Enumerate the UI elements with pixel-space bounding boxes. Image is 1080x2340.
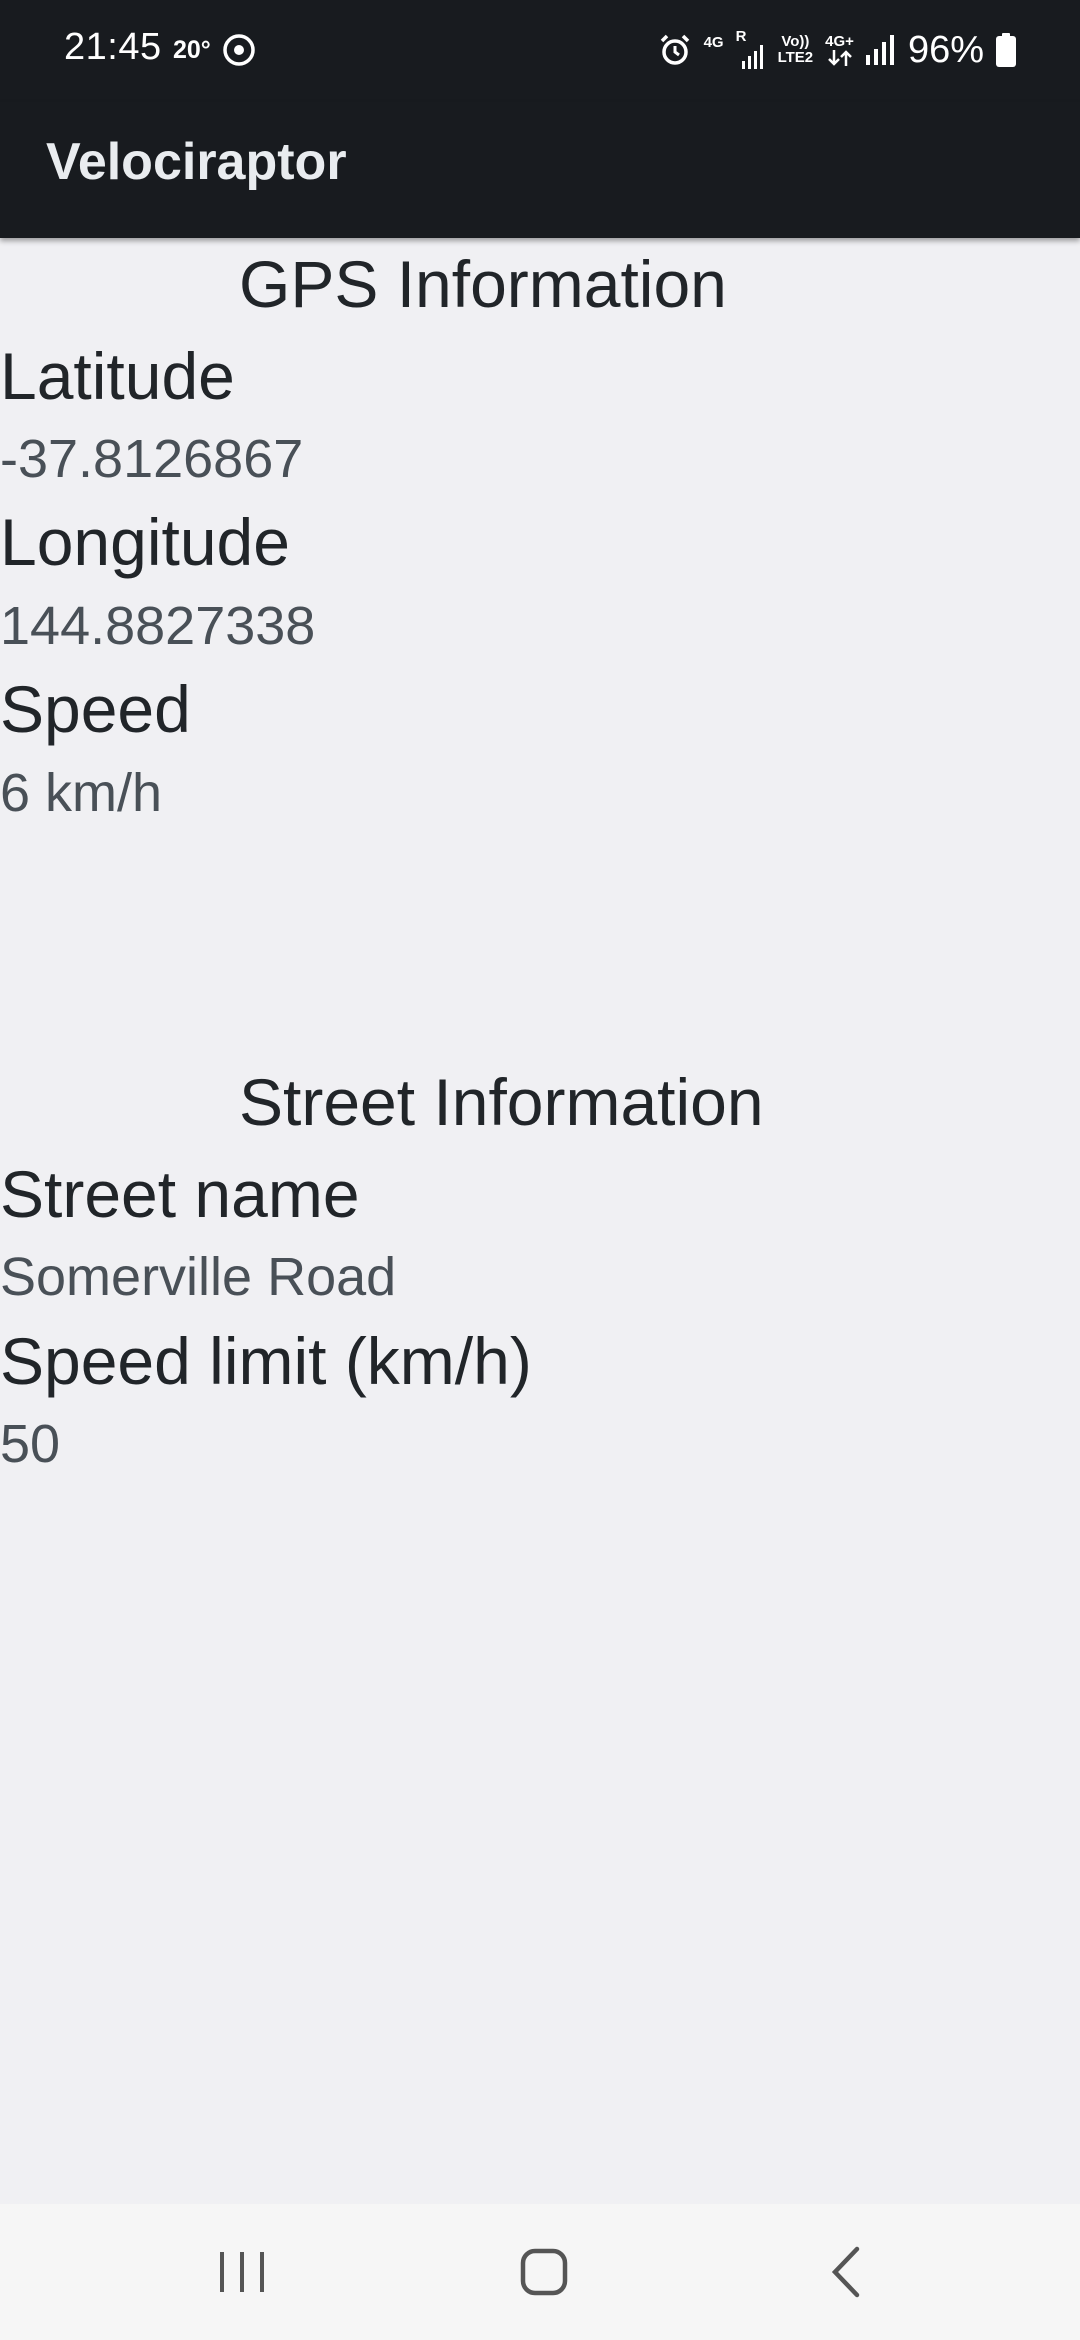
home-icon [520,2248,568,2296]
recent-apps-icon [220,2252,264,2292]
gps-section-heading: GPS Information [239,247,727,321]
app-title: Velociraptor [46,133,347,191]
latitude-label: Latitude [0,339,235,413]
status-temperature: 20° [173,36,211,64]
speed-limit-label: Speed limit (km/h) [0,1324,532,1398]
latitude-value: -37.8126867 [0,429,304,489]
street-name-value: Somerville Road [0,1247,397,1307]
street-section-heading: Street Information [239,1065,764,1139]
speed-label: Speed [0,672,191,746]
speed-value: 6 km/h [0,763,163,823]
longitude-label: Longitude [0,505,290,579]
location-icon [223,34,255,66]
network-4g-plus: 4G+ [825,34,854,66]
longitude-value: 144.8827338 [0,596,316,656]
app-bar: Velociraptor [0,102,1080,238]
status-indicators: 4G R Vo)) LTE2 4G+ 96% [658,22,1016,78]
data-arrows-icon [827,50,852,66]
network-volte: Vo)) LTE2 [778,34,814,66]
signal-icon [741,45,763,69]
status-time: 21:45 [64,26,162,68]
back-icon [831,2246,860,2298]
back-button[interactable] [796,2222,896,2322]
signal-icon [865,35,894,65]
battery-icon [996,33,1016,67]
street-name-label: Street name [0,1157,360,1231]
status-bar: 21:45 20° 4G R Vo)) LTE2 4G+ 96% [0,0,1080,102]
net-volte-bottom: LTE2 [777,49,814,66]
navigation-bar [0,2204,1080,2340]
network-4g: 4G [704,35,724,51]
recent-apps-button[interactable] [192,2222,292,2322]
net-volte-top: Vo)) [781,33,810,50]
alarm-icon [660,34,689,65]
battery-percentage: 96% [907,28,984,71]
net-4g-label: 4G [703,34,724,51]
net-r-label: R [735,28,747,45]
home-button[interactable] [494,2222,594,2322]
net-4g-plus-label: 4G+ [825,33,854,50]
network-r: R [735,28,766,69]
speed-limit-value: 50 [0,1414,61,1474]
